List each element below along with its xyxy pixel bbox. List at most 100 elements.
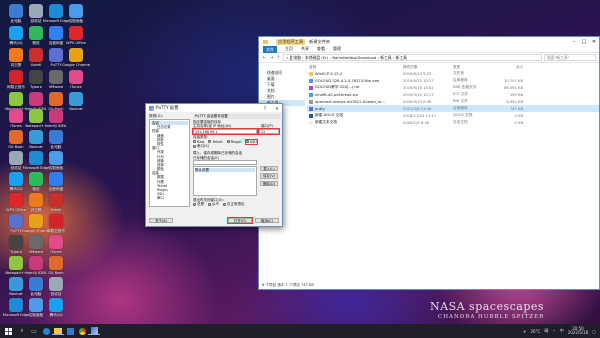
cancel-button[interactable]: 取消(C) — [255, 217, 279, 223]
desktop-icon[interactable]: 百度网盘 — [44, 172, 68, 191]
radio-close-clean[interactable]: 仅正常退出 — [223, 202, 245, 207]
saved-session-name-input[interactable] — [193, 159, 257, 165]
close-icon[interactable]: ✕ — [589, 39, 599, 45]
putty-title: PuTTY 配置 — [156, 105, 179, 110]
desktop-icon[interactable]: Git Bash — [44, 256, 68, 275]
taskbar-store-icon[interactable] — [64, 327, 76, 335]
explorer-ribbon: 文件 主页 共享 查看 管理 — [259, 45, 599, 53]
radio-ssh[interactable]: SSH — [244, 138, 258, 145]
taskbar-edge-icon[interactable] — [40, 327, 52, 335]
app-icon — [29, 214, 43, 228]
port-input[interactable]: 22 — [258, 127, 280, 135]
ribbon-share-tab[interactable]: 共享 — [301, 46, 309, 52]
address-bar: ← → ↑ « 此电脑 › 本地磁盘 (D:) › BaiduNetdiskDo… — [259, 53, 599, 63]
task-view-icon[interactable]: ▭ — [28, 328, 40, 335]
file-size: 0 KB — [514, 120, 523, 125]
radio-serial[interactable]: 串口(S) — [193, 144, 209, 149]
taskbar-putty-icon[interactable] — [88, 327, 100, 335]
notification-icon[interactable]: ▢ — [592, 329, 596, 334]
desktop-icon[interactable]: iTunes — [64, 70, 88, 89]
desktop-icon[interactable]: 控制面板 — [44, 151, 68, 170]
radio-rlogin[interactable]: Rlogin — [226, 140, 242, 144]
desktop-icon[interactable]: WPS Office — [64, 26, 88, 45]
app-icon — [9, 298, 23, 312]
desktop-icon[interactable]: Xshell — [44, 193, 68, 212]
category-tree[interactable]: 会话 日志记录 终端 键盘 响铃 特性 窗口 外观 行为 转换 选择 颜色 连接 数据 代理 Telnet Rl… — [149, 119, 190, 207]
host-input[interactable]: 192.168.99.1 — [192, 127, 258, 135]
file-name: GOLOUD教学-528(...).rar — [307, 85, 403, 90]
taskbar-search-icon[interactable]: ⌕ — [16, 327, 28, 335]
minimize-icon[interactable]: – — [569, 39, 579, 45]
desktop-icon[interactable]: 此电脑 — [44, 130, 68, 149]
app-icon — [29, 151, 43, 165]
desktop-icon[interactable]: 网易云音乐 — [44, 214, 68, 233]
radio-close-never[interactable]: 从不 — [208, 202, 219, 207]
taskbar-chrome-icon[interactable] — [76, 327, 88, 335]
app-icon — [69, 48, 83, 62]
desktop-icon-label: IntelliJ IDEA — [45, 124, 67, 128]
up-arrow-icon[interactable]: ↑ — [276, 55, 281, 61]
file-type: 应用程序 — [453, 106, 468, 110]
session-default[interactable]: 默认设置 — [195, 167, 255, 173]
column-name[interactable]: 名称 — [307, 65, 403, 70]
ribbon-manage-tab[interactable]: 管理 — [333, 46, 341, 52]
file-row[interactable]: putty 2021/3/8 13:46 应用程序 747 KB — [307, 105, 599, 112]
app-icon — [29, 130, 43, 144]
address-path[interactable]: « 此电脑 › 本地磁盘 (D:) › BaiduNetdiskDownload… — [283, 54, 542, 61]
saved-sessions-list[interactable]: 默认设置 — [193, 165, 257, 196]
app-tools-tab[interactable]: 应用程序工具 — [276, 38, 306, 45]
maximize-icon[interactable]: □ — [579, 39, 589, 45]
open-button[interactable]: 打开(O) — [227, 216, 253, 224]
file-list: 名称 修改日期 类型 大小 WinSCP-5.13.2 2019/6/10 9:2… — [307, 64, 599, 281]
radio-telnet[interactable]: Telnet — [208, 140, 223, 144]
file-row[interactable]: WinSCP-5.13.2 2019/6/10 9:23 文件夹 — [307, 70, 599, 77]
ribbon-view-tab[interactable]: 查看 — [317, 46, 325, 52]
desktop-icon[interactable]: Google Chrome — [62, 48, 90, 67]
load-button[interactable]: 载入(L) — [260, 165, 278, 172]
desktop-icon-label: 百度网盘 — [48, 187, 64, 191]
desktop-icon[interactable]: 回收站 — [44, 277, 68, 296]
input-method-icon[interactable]: 中 — [560, 328, 564, 334]
column-date[interactable]: 修改日期 — [403, 65, 453, 70]
tray-up-icon[interactable]: ⌃ — [552, 329, 555, 334]
delete-button[interactable]: 删除(D) — [260, 180, 278, 187]
putty-config-dialog: PuTTY 配置 ? ✕ 类别(G): 会话 日志记录 终端 键盘 响铃 特性 窗口 外观 行为… — [145, 103, 283, 227]
ribbon-file-tab[interactable]: 文件 — [263, 45, 277, 53]
file-name: openvert-remips-mt7621-d-team_re... — [307, 99, 403, 104]
explorer-search-input[interactable]: 搜索"新工具" — [544, 54, 596, 61]
desktop-icon[interactable]: 控制面板 — [64, 4, 88, 23]
desktop-icon-label: Git Bash — [48, 271, 64, 275]
column-type[interactable]: 类型 — [453, 65, 493, 70]
file-row[interactable]: ninefit-d2.pdf-break.ico 2019/3/14 10:17 I… — [307, 91, 599, 98]
desktop-icon[interactable]: iTunes — [44, 235, 68, 254]
desktop-icon[interactable]: IntelliJ IDEA — [44, 109, 68, 128]
app-icon — [69, 70, 83, 84]
app-icon — [9, 48, 23, 62]
save-button[interactable]: 保存(V) — [260, 173, 278, 179]
column-size[interactable]: 大小 — [493, 65, 527, 70]
app-icon — [49, 92, 63, 106]
file-row[interactable]: 新建 DOCX 文档 2018/11/24 13:17 DOCX 文档 0 KB — [307, 112, 599, 119]
back-arrow-icon[interactable]: ← — [262, 55, 267, 61]
close-icon[interactable]: ✕ — [272, 106, 282, 111]
file-row[interactable]: openvert-remips-mt7621-d-team_re... 2020/… — [307, 98, 599, 105]
weather-icon[interactable]: ☀ — [523, 329, 527, 334]
clock-date: 2022/5/18 — [567, 330, 589, 335]
file-row[interactable]: GOLOUD-328-4.2.5.76374-Win.exe 2019/5/22 … — [307, 77, 599, 84]
start-windows-icon[interactable] — [0, 327, 16, 335]
category-item[interactable]: 串口 — [151, 196, 188, 200]
taskbar-explorer-icon[interactable] — [52, 327, 64, 335]
radio-close-always[interactable]: 总是 — [193, 202, 204, 207]
desktop-icon[interactable]: 腾讯QQ — [44, 298, 68, 317]
file-row[interactable]: 新建文本文档 2020/1/5 8:26 文本文档 0 KB — [307, 119, 599, 126]
app-icon — [29, 26, 43, 40]
clock[interactable]: 20:50 2022/5/18 — [567, 326, 589, 336]
file-date: 2021/3/8 13:46 — [403, 106, 432, 111]
file-row[interactable]: GOLOUD教学-528(...).rar 2019/5/16 15:52 RAR … — [307, 84, 599, 91]
desktop-icon-label: 网易云音乐 — [47, 229, 65, 233]
forward-arrow-icon[interactable]: → — [269, 55, 274, 61]
ribbon-home-tab[interactable]: 主页 — [285, 46, 293, 52]
about-button[interactable]: 关于(A) — [149, 217, 173, 223]
session-settings-panel: PuTTY 会话基本设置 指定要连接的目标 主机名称(或 IP 地址)(N) 端… — [192, 114, 281, 207]
help-icon[interactable]: ? — [260, 106, 270, 111]
